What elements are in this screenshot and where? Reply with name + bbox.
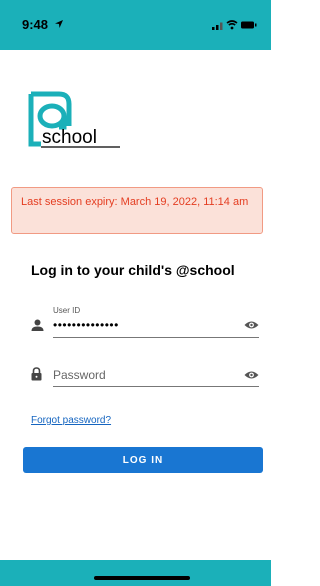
forgot-password-link[interactable]: Forgot password? [31,415,111,426]
user-id-underline [53,337,259,338]
location-arrow-icon [55,20,63,28]
person-icon [31,319,44,331]
password-field[interactable]: Password [31,365,259,387]
user-id-input[interactable]: •••••••••••••• [53,318,119,332]
signal-icon [212,22,223,30]
page-title: Log in to your child's @school [31,262,235,278]
bottom-bar [0,560,271,586]
session-expiry-alert: Last session expiry: March 19, 2022, 11:… [11,187,263,234]
password-input[interactable]: Password [53,368,106,382]
password-underline [53,386,259,387]
system-status-icons [212,20,257,30]
user-id-field[interactable]: User ID •••••••••••••• [31,305,259,340]
status-bar: 9:48 [0,0,271,50]
home-indicator[interactable] [94,576,190,580]
status-time: 9:48 [22,17,49,32]
school-logo: school [28,91,120,148]
eye-icon[interactable] [244,320,259,330]
wifi-icon [226,20,238,30]
login-button[interactable]: LOG IN [23,447,263,473]
eye-icon[interactable] [244,370,259,380]
user-id-label: User ID [53,306,81,315]
lock-icon [31,367,42,381]
battery-icon [241,21,257,29]
alert-message: Last session expiry: March 19, 2022, 11:… [21,196,249,208]
logo-text: school [42,127,97,148]
